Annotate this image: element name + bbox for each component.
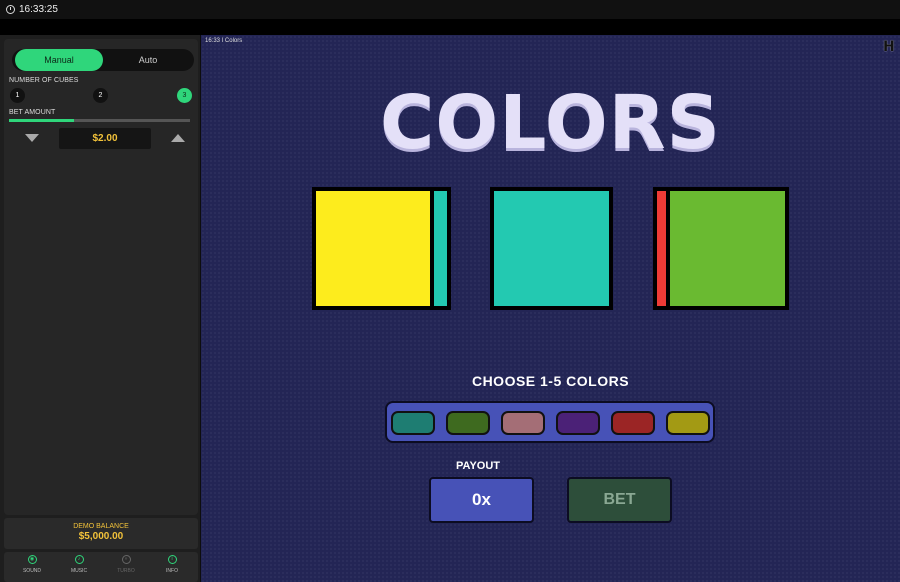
game-title: COLORS <box>380 80 721 166</box>
provider-logo-icon: H <box>883 39 895 55</box>
turbo-button[interactable]: » TURBO <box>106 555 146 574</box>
clock-icon <box>6 5 15 14</box>
music-icon: ♪ <box>74 555 84 564</box>
number-of-cubes-label: NUMBER OF CUBES <box>9 77 79 84</box>
sidebar: Manual Auto NUMBER OF CUBES 1 2 3 BET AM… <box>0 35 200 582</box>
sound-button[interactable]: ◉ SOUND <box>12 555 52 574</box>
game-area: 16:33 ǀ Colors H COLORS CHOOSE 1-5 COLOR… <box>201 35 900 582</box>
increase-bet-button[interactable] <box>171 134 185 142</box>
choose-colors-label: CHOOSE 1-5 COLORS <box>471 373 630 389</box>
color-swatch-2[interactable] <box>446 411 490 435</box>
bet-amount-value: $2.00 <box>59 128 151 149</box>
color-swatch-3[interactable] <box>501 411 545 435</box>
music-button[interactable]: ♪ MUSIC <box>59 555 99 574</box>
color-swatch-6[interactable] <box>666 411 710 435</box>
balance-label: DEMO BALANCE <box>73 523 129 530</box>
decrease-bet-button[interactable] <box>25 134 39 142</box>
payout-label: PAYOUT <box>456 460 501 472</box>
clock-time: 16:33:25 <box>19 4 58 15</box>
bet-slider-fill <box>9 119 75 122</box>
balance-value: $5,000.00 <box>78 531 124 542</box>
info-label: INFO <box>166 568 178 574</box>
mode-tabs: Manual Auto <box>12 49 194 71</box>
top-strip <box>0 19 900 35</box>
game-header: 16:33 ǀ Colors <box>205 38 243 44</box>
color-swatch-5[interactable] <box>611 411 655 435</box>
music-label: MUSIC <box>70 568 88 574</box>
status-bar: 16:33:25 <box>0 0 900 19</box>
bet-amount-label: BET AMOUNT <box>9 109 56 116</box>
cube-face <box>312 187 435 310</box>
bet-button[interactable]: BET <box>567 477 672 523</box>
sound-icon: ◉ <box>27 555 37 564</box>
cube-face <box>666 187 789 310</box>
info-icon: i <box>167 555 177 564</box>
sound-label: SOUND <box>22 568 42 574</box>
info-button[interactable]: i INFO <box>152 555 192 574</box>
turbo-label: TURBO <box>117 568 135 574</box>
payout-value: 0x <box>429 477 534 523</box>
cube-count-2[interactable]: 2 <box>93 88 108 103</box>
cube-count-3[interactable]: 3 <box>177 88 192 103</box>
color-palette <box>385 401 715 443</box>
bet-amount-slider[interactable] <box>9 119 190 122</box>
color-swatch-1[interactable] <box>391 411 435 435</box>
color-swatch-4[interactable] <box>556 411 600 435</box>
demo-balance: DEMO BALANCE $5,000.00 <box>4 518 198 549</box>
bet-panel: Manual Auto NUMBER OF CUBES 1 2 3 BET AM… <box>4 39 198 515</box>
cube-side <box>430 187 451 310</box>
tab-auto[interactable]: Auto <box>104 49 192 71</box>
turbo-icon: » <box>121 555 131 564</box>
cube-count-1[interactable]: 1 <box>10 88 25 103</box>
cube-face <box>490 187 613 310</box>
control-bar: ◉ SOUND ♪ MUSIC » TURBO i INFO <box>4 552 198 582</box>
tab-manual[interactable]: Manual <box>15 49 103 71</box>
